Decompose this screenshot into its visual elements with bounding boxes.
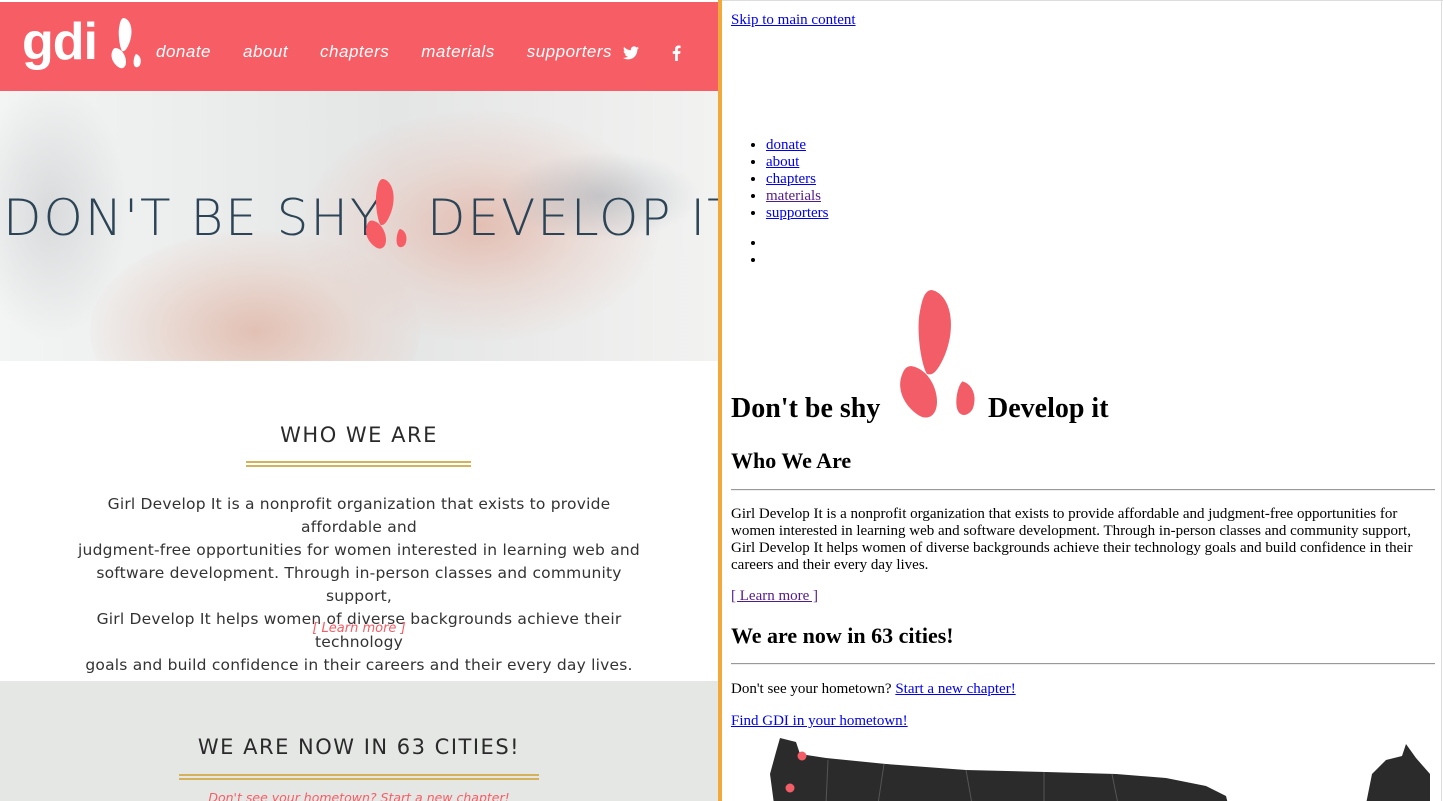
who-line: Girl Develop It is a nonprofit organizat…: [107, 495, 611, 536]
plain-nav-about[interactable]: about: [766, 154, 799, 170]
plain-hero-heading: Don't be shy Develop it: [731, 393, 1109, 425]
plain-hero-part2: Develop it: [988, 393, 1109, 424]
skip-to-content-link[interactable]: Skip to main content: [731, 12, 856, 28]
nav-supporters[interactable]: supporters: [527, 42, 612, 62]
hero-title-part2: DEVELOP IT: [427, 189, 718, 247]
list-item: supporters: [766, 205, 829, 222]
nav-donate[interactable]: donate: [156, 42, 211, 62]
hero-title-part1: DON'T BE SHY: [3, 189, 383, 247]
who-line: software development. Through in-person …: [96, 564, 622, 605]
logo-text: gdi: [22, 13, 98, 71]
plain-hero-part1: Don't be shy: [731, 393, 881, 424]
learn-more-link[interactable]: [ Learn more ]: [0, 621, 718, 636]
gold-divider: [246, 461, 471, 467]
nav-about[interactable]: about: [243, 42, 288, 62]
cities-section: WE ARE NOW IN 63 CITIES! Don't see your …: [0, 681, 718, 801]
list-item: donate: [766, 137, 829, 154]
plain-learn-more-wrapper: [ Learn more ]: [731, 588, 1435, 605]
hometown-label: Don't see your hometown?: [731, 681, 896, 697]
drop-logo-icon: [365, 179, 407, 249]
who-line: judgment-free opportunities for women in…: [78, 541, 640, 559]
horizontal-rule: [731, 663, 1435, 665]
hero-title: DON'T BE SHY DEVELOP IT: [3, 189, 718, 247]
frame-border: [722, 0, 1443, 4]
find-gdi-link[interactable]: Find GDI in your hometown!: [731, 713, 908, 729]
skip-link-wrapper: Skip to main content: [731, 12, 856, 29]
logo-drop-icon: [111, 18, 141, 69]
list-item: about: [766, 154, 829, 171]
who-line: goals and build confidence in their care…: [85, 656, 633, 674]
nav-chapters[interactable]: chapters: [320, 42, 389, 62]
plain-who-text: Girl Develop It is a nonprofit organizat…: [731, 506, 1413, 573]
horizontal-rule: [731, 489, 1435, 491]
start-chapter-link[interactable]: Don't see your hometown? Start a new cha…: [0, 790, 718, 801]
plain-find-wrapper: Find GDI in your hometown!: [731, 713, 1435, 730]
plain-nav-supporters[interactable]: supporters: [766, 205, 829, 221]
facebook-icon[interactable]: [672, 45, 681, 61]
who-we-are-text: Girl Develop It is a nonprofit organizat…: [74, 493, 644, 677]
map-chapter-pin: [785, 783, 795, 793]
twitter-icon[interactable]: [623, 46, 639, 60]
hero-banner: DON'T BE SHY DEVELOP IT: [0, 91, 718, 361]
us-chapters-map: [770, 738, 1430, 801]
plain-learn-more-link[interactable]: [ Learn more ]: [731, 588, 818, 604]
who-we-are-title: WHO WE ARE: [280, 423, 438, 447]
map-chapter-pin: [797, 751, 807, 761]
plain-nav-list: donate about chapters materials supporte…: [731, 137, 829, 222]
plain-social-twitter[interactable]: [766, 235, 770, 252]
list-item: materials: [766, 188, 829, 205]
plain-social-list: [731, 235, 770, 269]
who-we-are-section: WHO WE ARE Girl Develop It is a nonprofi…: [0, 361, 718, 681]
plain-who-title: Who We Are: [731, 448, 852, 473]
nav-materials[interactable]: materials: [421, 42, 494, 62]
frame-border: [1441, 0, 1442, 801]
unstyled-page-pane: Skip to main content donate about chapte…: [722, 0, 1443, 801]
plain-nav-donate[interactable]: donate: [766, 137, 806, 153]
plain-hometown-text: Don't see your hometown? Start a new cha…: [731, 681, 1435, 698]
plain-nav-chapters[interactable]: chapters: [766, 171, 816, 187]
plain-start-chapter-link[interactable]: Start a new chapter!: [895, 681, 1015, 697]
main-nav: donate about chapters materials supporte…: [156, 42, 644, 62]
cities-title: WE ARE NOW IN 63 CITIES!: [197, 735, 521, 759]
plain-nav-materials[interactable]: materials: [766, 188, 821, 204]
plain-social-facebook[interactable]: [766, 252, 770, 269]
plain-cities-title: We are now in 63 cities!: [731, 623, 954, 648]
large-drop-logo-icon: [900, 290, 975, 418]
header-bar: gdi donate about chapters materials supp…: [0, 0, 718, 91]
list-item: chapters: [766, 171, 829, 188]
styled-page-pane: gdi donate about chapters materials supp…: [0, 0, 718, 801]
gold-divider: [179, 774, 539, 780]
